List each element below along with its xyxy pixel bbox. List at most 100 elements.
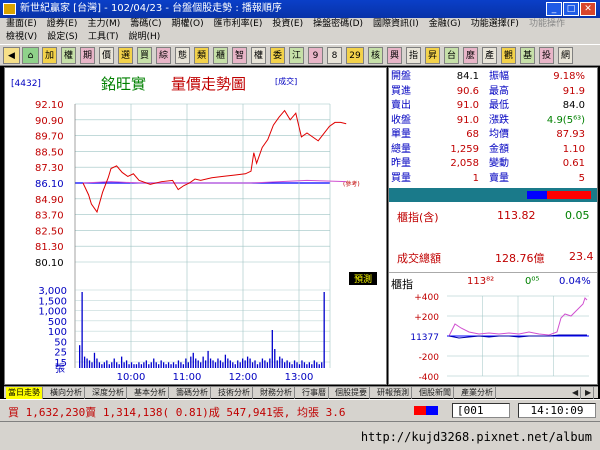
mini-pct: 0.04%: [559, 276, 591, 287]
toolbar-button[interactable]: 買: [137, 47, 152, 64]
volume-bar: [182, 364, 185, 368]
volume-bar: [219, 360, 222, 368]
toolbar-button[interactable]: 權: [61, 47, 76, 64]
close-button[interactable]: ✕: [580, 2, 596, 16]
menu-item[interactable]: 檢視(V): [0, 32, 41, 42]
toolbar-button[interactable]: 基: [520, 47, 535, 64]
volume-bar: [209, 358, 212, 368]
menu-item[interactable]: 工具(T): [82, 32, 123, 42]
menu-item[interactable]: 主力(M): [81, 19, 124, 29]
volume-bar: [86, 358, 88, 368]
toolbar-button[interactable]: 台: [444, 47, 459, 64]
toolbar-button[interactable]: 指: [406, 47, 421, 64]
toolbar-button[interactable]: 麼: [463, 47, 478, 64]
tab-3[interactable]: 基本分析: [132, 387, 169, 399]
menu-item[interactable]: 籌碼(C): [124, 19, 165, 29]
volume-bar: [249, 358, 251, 368]
tab-0[interactable]: 當日走勢: [6, 387, 43, 399]
quote-l1: 單量: [391, 129, 411, 140]
mini-index-chart[interactable]: 櫃指 113⁸² 0⁰⁵ 0.04% +400 +200 11377 -200 -400: [389, 274, 597, 384]
toolbar-button[interactable]: 核: [368, 47, 383, 64]
price-volume-chart[interactable]: [4432] 銘旺實 量價走勢圖 [成交] 92.10 90.90 89.70 88.50 87…: [4, 67, 387, 385]
tab-11[interactable]: 產業分析: [459, 387, 496, 399]
toolbar-button[interactable]: 網: [558, 47, 573, 64]
volume-bar: [165, 364, 167, 368]
volume-bar: [96, 358, 98, 368]
volume-bar: [103, 362, 105, 368]
mini-chart-canvas: +400 +200 11377 -200 -400: [410, 293, 589, 383]
menu-item[interactable]: 操盤密碼(D): [307, 19, 367, 29]
toolbar-button[interactable]: 類: [194, 47, 209, 64]
toolbar-button[interactable]: 綜: [156, 47, 171, 64]
toolbar-button[interactable]: 期: [80, 47, 95, 64]
menu-item[interactable]: 說明(H): [122, 32, 164, 42]
tab-8[interactable]: 個股提要: [333, 387, 370, 399]
toolbar-button[interactable]: 選: [118, 47, 133, 64]
menu-item[interactable]: 國際資訊(I): [367, 19, 423, 29]
quote-l1: 總量: [391, 143, 411, 155]
scroll-left-icon[interactable]: ◀: [570, 387, 582, 399]
tab-2[interactable]: 深度分析: [90, 387, 127, 399]
menu-item[interactable]: 金融(G): [423, 19, 465, 29]
tab-4[interactable]: 籌碼分析: [174, 387, 211, 399]
toolbar-button[interactable]: 權: [251, 47, 266, 64]
toolbar-button[interactable]: 9: [308, 47, 323, 64]
tab-10[interactable]: 個股新聞: [417, 387, 454, 399]
menu-item[interactable]: 功能操作: [523, 19, 569, 29]
price-line: [82, 109, 347, 214]
toolbar-button[interactable]: 櫃: [213, 47, 228, 64]
tab-7[interactable]: 行事曆: [300, 387, 329, 399]
toolbar-button[interactable]: 投: [539, 47, 554, 64]
time-tick: 10:00: [117, 372, 146, 383]
menu-item[interactable]: 匯市利率(E): [208, 19, 267, 29]
maximize-button[interactable]: □: [563, 2, 579, 16]
quote-bar: [389, 188, 597, 202]
toolbar-button[interactable]: 觀: [501, 47, 516, 64]
toolbar-button[interactable]: 加: [42, 47, 57, 64]
quote-v1: 91.0: [456, 100, 479, 111]
menu-item[interactable]: 功能選擇(F): [465, 19, 523, 29]
toolbar-button[interactable]: 價: [99, 47, 114, 64]
tab-5[interactable]: 技術分析: [216, 387, 253, 399]
volume-bar: [88, 360, 91, 368]
back-icon[interactable]: ◀: [3, 47, 20, 64]
volume-bar: [293, 360, 296, 368]
volume-bar: [153, 358, 155, 368]
volume-bar: [217, 358, 219, 368]
title-bar: 新世紀贏家 [台灣] - 102/04/23 - 台盤個股走勢 : 播報順序: [0, 0, 600, 18]
minimize-button[interactable]: _: [546, 2, 562, 16]
tab-1[interactable]: 橫向分析: [48, 387, 85, 399]
stock-code-field[interactable]: [001: [452, 403, 510, 418]
bar-blue: [527, 191, 547, 199]
toolbar-button[interactable]: 委: [270, 47, 285, 64]
toolbar-button[interactable]: 江: [289, 47, 304, 64]
volume-bar: [79, 345, 81, 368]
menu-item[interactable]: 畫面(E): [0, 19, 41, 29]
volume-bar: [160, 360, 162, 368]
menu-item[interactable]: 投資(E): [266, 19, 307, 29]
tab-9[interactable]: 研報預測: [375, 387, 412, 399]
quote-v2: 91.9: [562, 85, 585, 97]
turnover-value: 128.76億: [495, 252, 545, 265]
toolbar-button[interactable]: 智: [232, 47, 247, 64]
toolbar-button[interactable]: 態: [175, 47, 190, 64]
volume-bar: [185, 358, 187, 368]
volume-bar: [237, 360, 239, 368]
menu-item[interactable]: 期權(O): [166, 19, 208, 29]
home-icon[interactable]: ⌂: [22, 47, 39, 64]
tab-6[interactable]: 財務分析: [258, 387, 295, 399]
watermark-url: http://kujd3268.pixnet.net/album: [360, 430, 592, 444]
volume-bar: [271, 330, 273, 368]
toolbar-button[interactable]: 興: [387, 47, 402, 64]
menu-item[interactable]: 證券(E): [41, 19, 82, 29]
app-icon[interactable]: [3, 3, 16, 15]
toolbar-button[interactable]: 29: [346, 47, 364, 64]
volume-bar: [279, 356, 281, 368]
quote-v1: 68: [466, 129, 479, 140]
toolbar-button[interactable]: 昇: [425, 47, 440, 64]
toolbar-button[interactable]: 8: [327, 47, 342, 64]
menu-item[interactable]: 設定(S): [41, 32, 82, 42]
volume-bar: [308, 362, 311, 368]
toolbar-button[interactable]: 產: [482, 47, 497, 64]
scroll-right-icon[interactable]: ▶: [583, 387, 595, 399]
